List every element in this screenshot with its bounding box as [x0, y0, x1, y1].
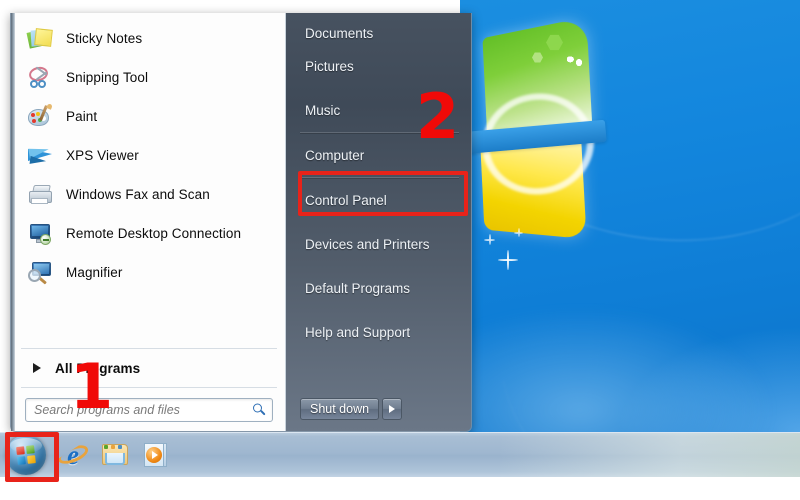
xps-viewer-icon [28, 143, 54, 169]
program-item-sticky-notes[interactable]: Sticky Notes [15, 19, 285, 58]
place-label: Computer [305, 147, 365, 163]
search-input[interactable]: Search programs and files [25, 398, 273, 422]
shutdown-bar: Shut down [286, 387, 471, 431]
program-label: Windows Fax and Scan [66, 187, 210, 202]
wallpaper-glow [460, 300, 790, 432]
place-label: Help and Support [305, 324, 411, 340]
program-item-magnifier[interactable]: Magnifier [15, 253, 285, 292]
fax-and-scan-icon [28, 182, 54, 208]
snipping-tool-icon [27, 64, 54, 91]
shut-down-button[interactable]: Shut down [300, 398, 380, 420]
screen: Sticky Notes Snipping Tool Paint XPS Vie… [0, 0, 800, 500]
start-menu-left-panel: Sticky Notes Snipping Tool Paint XPS Vie… [11, 13, 286, 431]
right-panel-spacer [286, 354, 471, 387]
program-label: XPS Viewer [66, 148, 139, 163]
search-divider [21, 387, 277, 388]
program-label: Paint [66, 109, 98, 124]
search-container: Search programs and files [11, 390, 285, 431]
annotation-highlight-control-panel [298, 171, 468, 216]
place-item-default-programs[interactable]: Default Programs [286, 266, 471, 310]
annotation-highlight-start-orb [5, 432, 59, 482]
all-programs-button[interactable]: All Programs [11, 351, 285, 385]
place-label: Pictures [305, 58, 354, 74]
search-icon[interactable] [253, 403, 266, 417]
program-list: Sticky Notes Snipping Tool Paint XPS Vie… [11, 19, 285, 346]
program-label: Remote Desktop Connection [66, 226, 242, 241]
windows-media-player-icon[interactable] [142, 440, 172, 470]
arrow-right-icon [33, 363, 41, 373]
start-menu-right-panel: Documents Pictures Music Computer Contro… [286, 13, 471, 431]
annotation-step-2: 2 [416, 80, 460, 153]
program-item-windows-fax-and-scan[interactable]: Windows Fax and Scan [15, 175, 285, 214]
place-item-help-and-support[interactable]: Help and Support [286, 310, 471, 354]
program-item-remote-desktop-connection[interactable]: Remote Desktop Connection [15, 214, 285, 253]
magnifier-icon [28, 260, 54, 286]
taskbar: e [0, 432, 800, 477]
windows-flag-logo-icon [461, 16, 608, 240]
program-item-xps-viewer[interactable]: XPS Viewer [15, 136, 285, 175]
chevron-right-icon [389, 405, 396, 413]
place-label: Music [305, 102, 341, 118]
place-label: Default Programs [305, 280, 411, 296]
shut-down-options-button[interactable] [382, 398, 403, 420]
annotation-step-1: 1 [70, 350, 114, 423]
program-item-snipping-tool[interactable]: Snipping Tool [15, 58, 285, 97]
bottom-white-strip [0, 477, 800, 500]
left-panel-divider [21, 348, 277, 349]
internet-explorer-icon[interactable]: e [58, 440, 88, 470]
program-label: Sticky Notes [66, 31, 143, 46]
remote-desktop-icon [28, 221, 54, 247]
butterfly-icon [567, 56, 583, 67]
place-label: Devices and Printers [305, 236, 430, 252]
sticky-notes-icon [26, 26, 54, 52]
desktop-wallpaper[interactable] [460, 0, 800, 432]
program-label: Magnifier [66, 265, 123, 280]
place-item-documents[interactable]: Documents [286, 13, 471, 44]
program-item-paint[interactable]: Paint [15, 97, 285, 136]
paint-icon [28, 102, 54, 130]
file-explorer-icon[interactable] [100, 440, 130, 470]
program-label: Snipping Tool [66, 70, 149, 85]
place-item-devices-and-printers[interactable]: Devices and Printers [286, 222, 471, 266]
place-label: Documents [305, 26, 374, 41]
